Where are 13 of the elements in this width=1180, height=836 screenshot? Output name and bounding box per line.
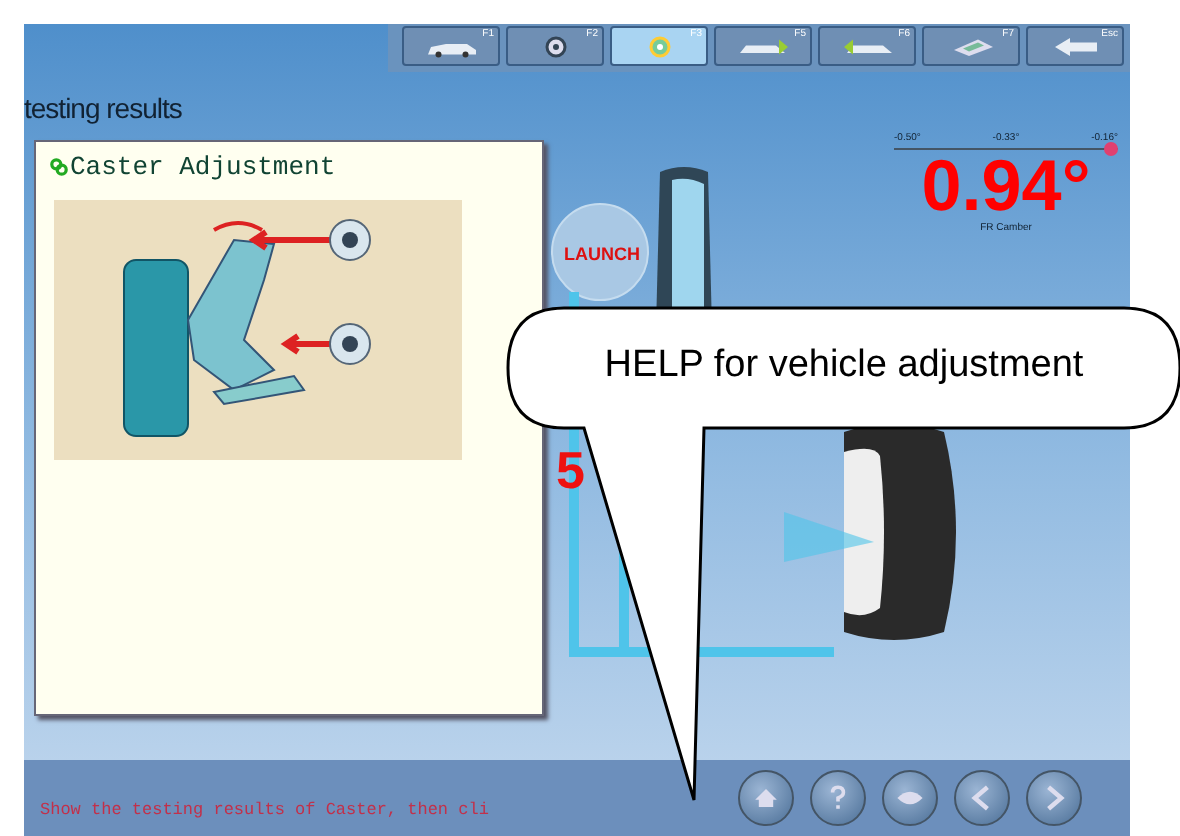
camber-value: 0.94° bbox=[921, 150, 1091, 222]
prev-button[interactable] bbox=[954, 770, 1010, 826]
page-heading: testing results bbox=[24, 90, 184, 128]
callout-text: HELP for vehicle adjustment bbox=[602, 344, 1086, 388]
home-button[interactable] bbox=[738, 770, 794, 826]
status-message: Show the testing results of Caster, then cli bbox=[40, 798, 489, 820]
link-icon bbox=[50, 158, 68, 176]
brand-label: LAUNCH bbox=[564, 244, 640, 264]
panel-title: Caster Adjustment bbox=[70, 152, 336, 182]
reading-value: 5 bbox=[556, 440, 585, 502]
next-button[interactable] bbox=[1026, 770, 1082, 826]
help-button[interactable] bbox=[810, 770, 866, 826]
view-button[interactable] bbox=[882, 770, 938, 826]
